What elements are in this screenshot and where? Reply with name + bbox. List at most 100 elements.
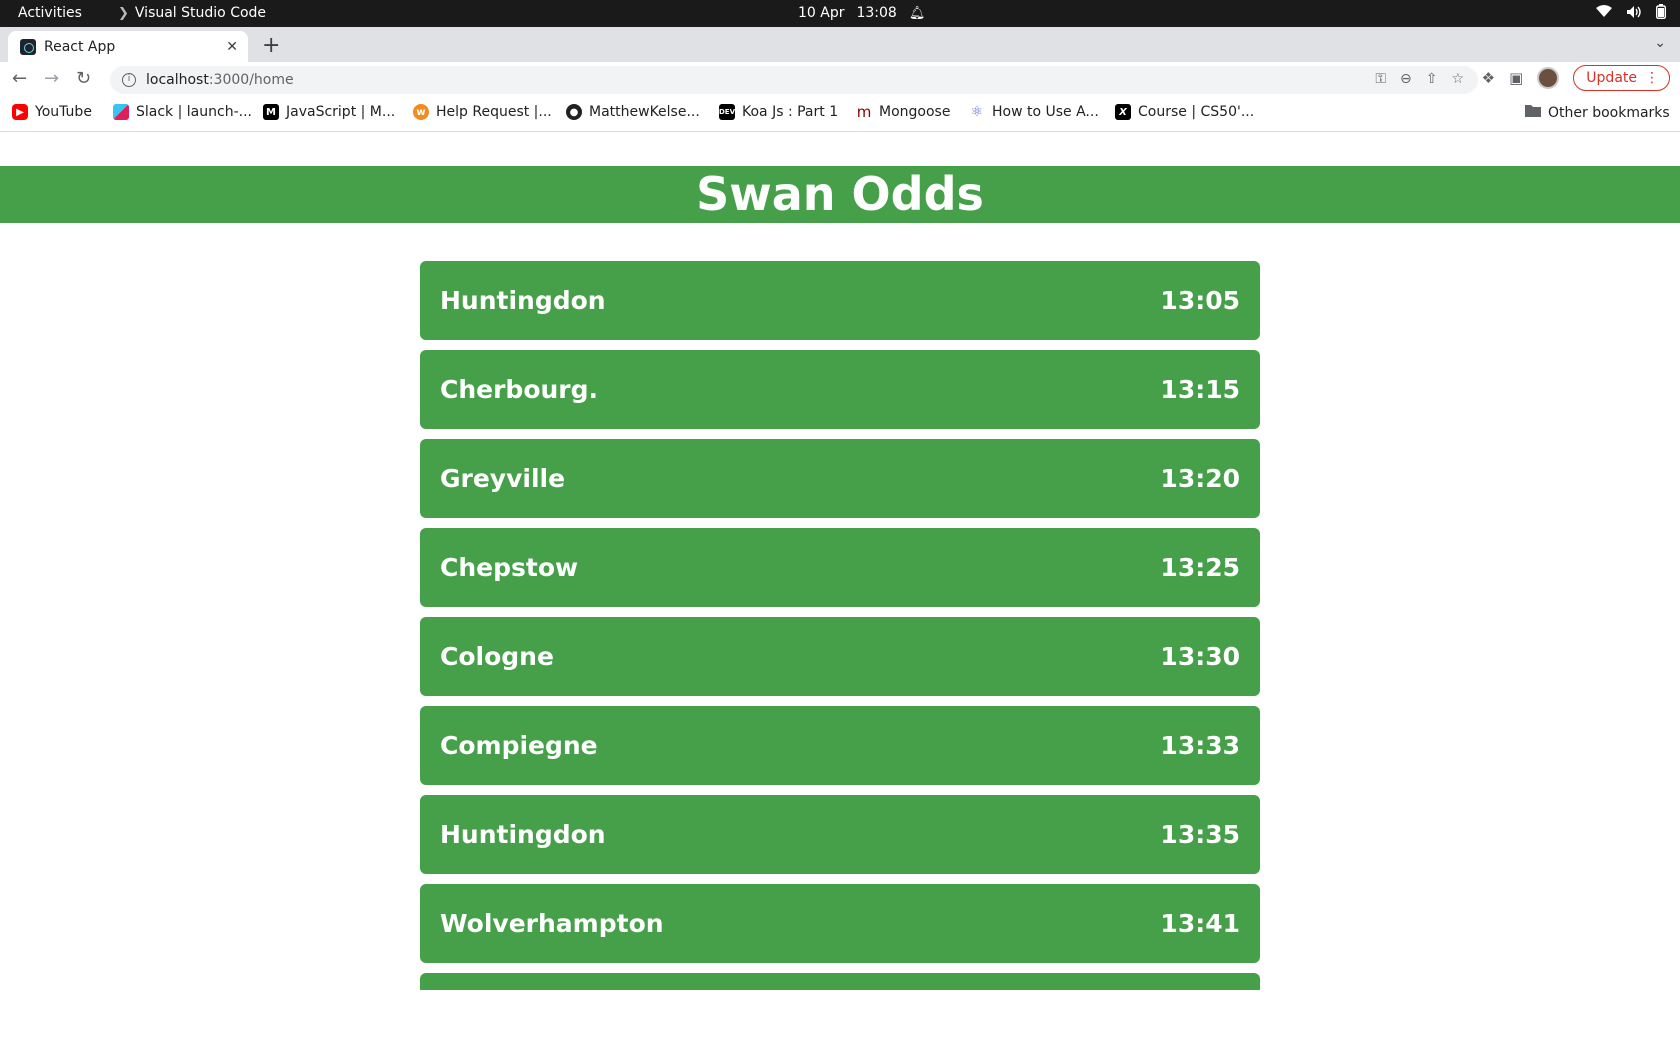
bookmark-label: Help Request |...	[436, 104, 552, 120]
other-bookmarks-label: Other bookmarks	[1548, 104, 1670, 121]
react-icon: ⚛	[970, 104, 984, 120]
race-venue: Greyville	[440, 464, 566, 493]
race-venue: Wolverhampton	[440, 909, 664, 938]
race-card[interactable]: Compiegne 13:33	[420, 706, 1260, 785]
bookmark-mongoose[interactable]: m Mongoose	[856, 103, 951, 121]
page-viewport: Swan Odds Huntingdon 13:05 Cherbourg. 13…	[0, 132, 1680, 990]
close-tab-icon[interactable]: ✕	[226, 39, 238, 55]
race-card[interactable]: Huntingdon 13:05	[420, 261, 1260, 340]
url-path: :3000/home	[208, 72, 294, 88]
toolbar-right: ❖ ▣ Update ⋮	[1482, 65, 1670, 91]
race-time: 13:15	[1160, 375, 1240, 404]
more-menu-icon: ⋮	[1645, 70, 1659, 86]
dev-icon: DEV	[719, 104, 735, 120]
share-icon[interactable]: ⇧	[1426, 71, 1438, 87]
bookmark-label: Koa Js : Part 1	[742, 104, 839, 120]
battery-icon	[1655, 4, 1667, 23]
mdn-icon: M	[263, 104, 279, 120]
race-card[interactable]: Cologne 13:30	[420, 617, 1260, 696]
bookmark-label: YouTube	[35, 104, 92, 120]
race-time: 13:30	[1160, 642, 1240, 671]
bookmark-label: Mongoose	[879, 104, 951, 120]
race-venue: Cologne	[440, 642, 554, 671]
race-venue: Compiegne	[440, 731, 598, 760]
tab-react-app[interactable]: React App ✕	[8, 31, 248, 62]
bookmarks-bar: ▶ YouTube Slack | launch-... M JavaScrip…	[0, 98, 1680, 132]
system-top-bar: Activities ❯ Visual Studio Code 10 Apr 1…	[0, 0, 1680, 27]
new-tab-button[interactable]: +	[262, 31, 280, 61]
race-time: 13:35	[1160, 820, 1240, 849]
back-button[interactable]: ←	[12, 69, 27, 89]
bookmark-label: How to Use A...	[992, 104, 1099, 120]
slack-icon	[113, 104, 129, 120]
bookmark-javascript-mdn[interactable]: M JavaScript | M...	[263, 104, 395, 120]
race-card[interactable]: Huntingdon 13:35	[420, 795, 1260, 874]
tab-title: React App	[44, 38, 116, 55]
bookmark-star-icon[interactable]: ☆	[1451, 71, 1464, 87]
activities-button[interactable]: Activities	[18, 5, 82, 21]
edx-icon: X	[1115, 104, 1131, 120]
bookmark-youtube[interactable]: ▶ YouTube	[12, 104, 92, 120]
bell-icon: 🔔︎	[908, 5, 926, 21]
reload-button[interactable]: ↻	[76, 69, 91, 89]
wifi-icon	[1596, 5, 1612, 22]
bookmark-slack[interactable]: Slack | launch-...	[113, 104, 252, 120]
bookmark-label: Slack | launch-...	[136, 104, 252, 120]
app-header: Swan Odds	[0, 166, 1680, 223]
bookmark-how-to-use[interactable]: ⚛ How to Use A...	[969, 104, 1099, 120]
race-card[interactable]: Chepstow 13:25	[420, 528, 1260, 607]
race-time: 13:05	[1160, 286, 1240, 315]
update-label: Update	[1586, 70, 1637, 86]
update-button[interactable]: Update ⋮	[1573, 65, 1670, 91]
clock-date: 10 Apr	[798, 5, 845, 21]
vscode-icon: ❯	[118, 5, 129, 21]
race-time: 13:20	[1160, 464, 1240, 493]
site-info-icon[interactable]: i	[122, 73, 136, 87]
race-card[interactable]: Cherbourg. 13:15	[420, 350, 1260, 429]
address-bar-actions: ⚿ ⊖ ⇧ ☆	[1375, 71, 1464, 87]
address-bar[interactable]: i localhost:3000/home ⚿ ⊖ ⇧ ☆	[110, 66, 1478, 94]
clock[interactable]: 10 Apr 13:08 🔔︎	[798, 5, 925, 21]
bookmark-label: MatthewKelse...	[589, 104, 700, 120]
system-tray[interactable]	[1596, 4, 1667, 23]
volume-icon	[1626, 5, 1642, 23]
bookmark-github[interactable]: ● MatthewKelse...	[566, 104, 700, 120]
bookmark-koa[interactable]: DEV Koa Js : Part 1	[719, 104, 838, 120]
help-icon: w	[413, 104, 429, 120]
youtube-icon: ▶	[12, 104, 28, 120]
app-title: Swan Odds	[696, 167, 984, 221]
clock-time: 13:08	[856, 5, 897, 21]
mongoose-icon: m	[856, 103, 872, 121]
browser-toolbar: ← → ↻ i localhost:3000/home ⚿ ⊖ ⇧ ☆ ❖ ▣ …	[0, 62, 1680, 98]
password-key-icon[interactable]: ⚿	[1375, 71, 1386, 87]
race-venue: Huntingdon	[440, 820, 606, 849]
zoom-icon[interactable]: ⊖	[1400, 71, 1412, 87]
tab-strip: React App ✕ + ⌄	[0, 27, 1680, 62]
folder-icon	[1525, 104, 1541, 121]
active-app-menu[interactable]: ❯ Visual Studio Code	[118, 5, 266, 21]
race-card[interactable]: Greyville 13:20	[420, 439, 1260, 518]
race-time: 13:25	[1160, 553, 1240, 582]
other-bookmarks[interactable]: Other bookmarks	[1525, 104, 1670, 121]
race-card[interactable]	[420, 973, 1260, 990]
tab-search-chevron-icon[interactable]: ⌄	[1654, 35, 1666, 51]
race-venue: Cherbourg.	[440, 375, 599, 404]
url-host: localhost	[146, 72, 209, 88]
github-icon: ●	[566, 104, 582, 120]
bookmark-cs50[interactable]: X Course | CS50'...	[1115, 104, 1254, 120]
extensions-puzzle-icon[interactable]: ❖	[1482, 69, 1495, 87]
bookmark-label: JavaScript | M...	[286, 104, 396, 120]
bookmark-help-request[interactable]: w Help Request |...	[413, 104, 552, 120]
race-time: 13:41	[1160, 909, 1240, 938]
profile-avatar[interactable]	[1537, 67, 1560, 89]
forward-button[interactable]: →	[44, 69, 59, 89]
react-favicon-icon	[20, 38, 36, 55]
bookmark-label: Course | CS50'...	[1138, 104, 1255, 120]
race-time: 13:33	[1160, 731, 1240, 760]
active-app-name: Visual Studio Code	[134, 5, 267, 21]
race-venue: Huntingdon	[440, 286, 606, 315]
side-panel-icon[interactable]: ▣	[1509, 69, 1523, 87]
race-card[interactable]: Wolverhampton 13:41	[420, 884, 1260, 963]
race-venue: Chepstow	[440, 553, 579, 582]
race-list: Huntingdon 13:05 Cherbourg. 13:15 Greyvi…	[420, 261, 1260, 990]
